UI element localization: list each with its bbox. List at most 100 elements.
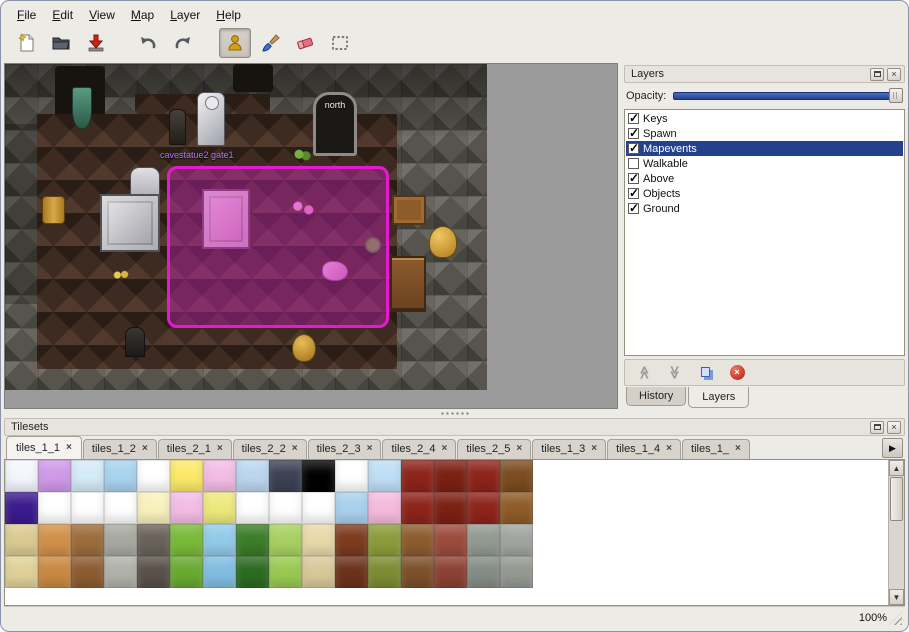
close-icon[interactable]: × [516,444,522,454]
tileset-tile[interactable] [368,524,401,556]
tileset-tile[interactable] [137,460,170,492]
tileset-tile[interactable] [269,460,302,492]
opacity-slider-handle[interactable] [889,88,903,103]
tileset-tile[interactable] [302,492,335,524]
tileset-tile[interactable] [5,556,38,588]
tileset-tab[interactable]: tiles_1_× [682,439,750,459]
layer-row-mapevents[interactable]: Mapevents [626,141,903,156]
tileset-tile[interactable] [467,524,500,556]
close-icon[interactable]: × [66,443,72,453]
open-map-button[interactable] [45,28,77,58]
close-icon[interactable]: × [142,444,148,454]
undo-button[interactable] [132,28,164,58]
tileset-tile[interactable] [71,556,104,588]
tileset-tile[interactable] [137,492,170,524]
tileset-tile[interactable] [203,524,236,556]
tileset-tile[interactable] [5,460,38,492]
close-icon[interactable]: × [292,444,298,454]
tileset-tile[interactable] [236,492,269,524]
tileset-tile[interactable] [500,556,533,588]
lower-layer-button[interactable]: ≫ [666,364,684,381]
tileset-tile[interactable] [170,524,203,556]
tileset-tile[interactable] [335,556,368,588]
tileset-tile[interactable] [137,524,170,556]
layer-visibility-checkbox[interactable] [628,113,639,124]
tileset-tile[interactable] [38,492,71,524]
close-icon[interactable]: × [217,444,223,454]
tileset-tab[interactable]: tiles_2_2× [233,439,307,459]
tileset-tab[interactable]: tiles_2_1× [158,439,232,459]
tileset-tile[interactable] [467,492,500,524]
tileset-tile[interactable] [500,492,533,524]
delete-layer-button[interactable]: × [728,364,746,381]
tileset-tile[interactable] [203,460,236,492]
tileset-tile[interactable] [434,524,467,556]
tab-layers[interactable]: Layers [688,387,749,408]
close-icon[interactable]: × [666,444,672,454]
close-icon[interactable]: × [591,444,597,454]
tileset-tile[interactable] [401,492,434,524]
tileset-tile[interactable] [104,556,137,588]
tileset-tile[interactable] [170,460,203,492]
menu-help[interactable]: Help [209,6,248,24]
tab-scroll-right-button[interactable]: ▶ [882,438,903,458]
tab-history[interactable]: History [626,387,686,406]
layer-row-objects[interactable]: Objects [626,186,903,201]
tileset-tile[interactable] [401,460,434,492]
tileset-tab[interactable]: tiles_1_4× [607,439,681,459]
menu-edit[interactable]: Edit [45,6,80,24]
tileset-tile[interactable] [335,524,368,556]
map-canvas[interactable]: north cavestatue2 gate1 [4,63,618,409]
tileset-tile[interactable] [5,524,38,556]
layer-visibility-checkbox[interactable] [628,158,639,169]
map-selection-rectangle[interactable] [167,166,389,328]
tileset-tile[interactable] [38,556,71,588]
tileset-tile[interactable] [335,460,368,492]
splitter-grip[interactable] [440,411,470,416]
dock-restore-button[interactable] [870,421,884,434]
tileset-tile[interactable] [203,556,236,588]
eraser-tool-button[interactable] [289,28,321,58]
layer-row-keys[interactable]: Keys [626,111,903,126]
tileset-tab[interactable]: tiles_2_5× [457,439,531,459]
save-map-button[interactable] [80,28,112,58]
tileset-tile[interactable] [467,460,500,492]
tileset-tile[interactable] [38,460,71,492]
tileset-tile[interactable] [434,556,467,588]
redo-button[interactable] [167,28,199,58]
tileset-tile[interactable] [104,492,137,524]
tileset-tile[interactable] [71,492,104,524]
tileset-tile[interactable] [104,460,137,492]
select-tool-button[interactable] [324,28,356,58]
layer-row-ground[interactable]: Ground [626,201,903,216]
scroll-up-button[interactable]: ▲ [889,460,904,476]
tileset-tile[interactable] [71,524,104,556]
layer-visibility-checkbox[interactable] [628,203,639,214]
tileset-tile[interactable] [71,460,104,492]
tileset-tab[interactable]: tiles_2_4× [382,439,456,459]
tileset-tile[interactable] [104,524,137,556]
scroll-down-button[interactable]: ▼ [889,589,904,605]
scrollbar-thumb[interactable] [890,477,903,521]
fill-tool-button[interactable] [254,28,286,58]
layer-visibility-checkbox[interactable] [628,128,639,139]
horizontal-splitter[interactable] [4,409,905,418]
tileset-tile[interactable] [170,556,203,588]
tileset-tab[interactable]: tiles_2_3× [308,439,382,459]
tileset-tile[interactable] [500,460,533,492]
tileset-tile[interactable] [170,492,203,524]
resize-grip[interactable] [889,612,902,625]
tileset-tile[interactable] [203,492,236,524]
close-icon[interactable]: × [442,444,448,454]
tileset-tile[interactable] [335,492,368,524]
tileset-tile[interactable] [137,556,170,588]
tileset-tile[interactable] [368,460,401,492]
tileset-tab[interactable]: tiles_1_2× [83,439,157,459]
tileset-tile[interactable] [38,524,71,556]
tileset-tile[interactable] [401,556,434,588]
tileset-tile[interactable] [236,524,269,556]
stamp-tool-button[interactable] [219,28,251,58]
raise-layer-button[interactable]: ≫ [635,364,653,381]
tileset-grid[interactable] [5,460,533,605]
tileset-tile[interactable] [467,556,500,588]
